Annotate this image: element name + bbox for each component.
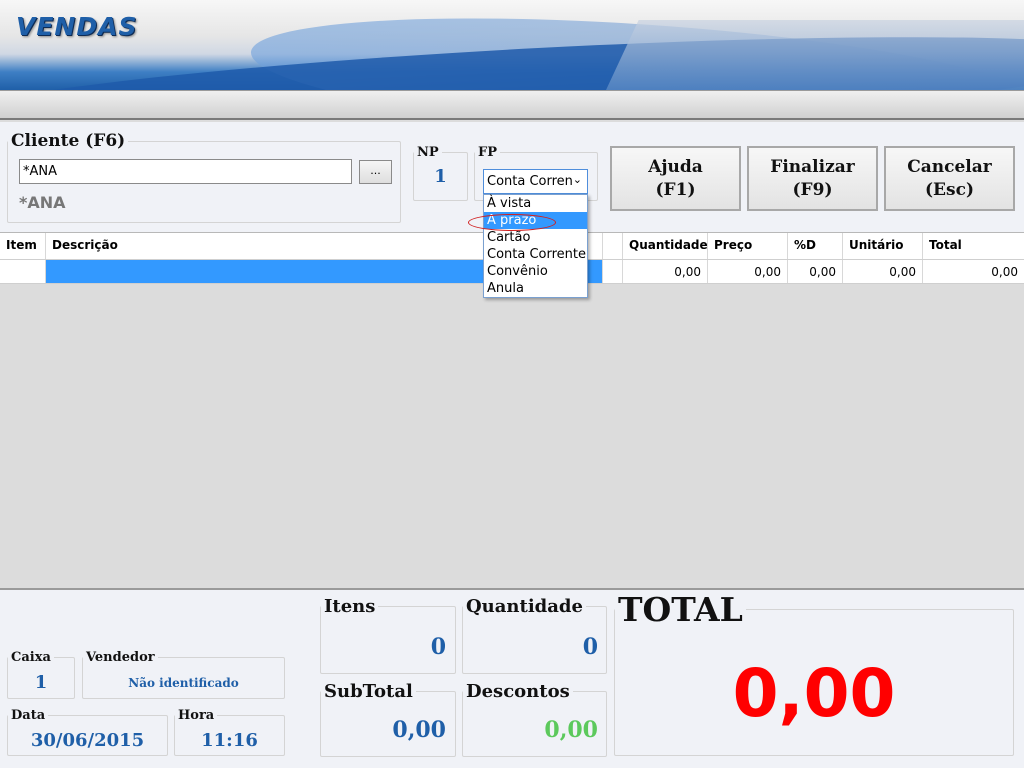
cancelar-button-label: Cancelar (907, 156, 992, 177)
fp-selected-value: Conta Corren (487, 174, 573, 189)
column-header-quantidade[interactable]: Quantidade (623, 233, 708, 259)
np-label: NP (417, 145, 439, 160)
fp-option[interactable]: Anula (484, 280, 587, 297)
total-value: 0,00 (732, 655, 896, 732)
data-value: 30/06/2015 (30, 730, 145, 751)
chevron-down-icon[interactable]: ⌄ (573, 173, 582, 186)
vendedor-value: Não identificado (128, 676, 239, 690)
descontos-label: Descontos (466, 681, 570, 702)
banner-decoration (601, 20, 1024, 90)
cell-preco[interactable]: 0,00 (708, 260, 788, 283)
fp-option[interactable]: Conta Corrente (484, 246, 587, 263)
data-label: Data (11, 708, 46, 723)
column-header-unitario[interactable]: Unitário (843, 233, 923, 259)
fp-select[interactable]: Conta Corren ⌄ (483, 169, 588, 194)
column-header-blank[interactable] (603, 233, 623, 259)
itens-value: 0 (430, 634, 446, 660)
page-title: VENDAS (16, 12, 138, 41)
fp-option[interactable]: À vista (484, 195, 587, 212)
quantidade-value: 0 (582, 634, 598, 660)
itens-label: Itens (324, 596, 376, 617)
hora-value: 11:16 (201, 730, 258, 751)
vendedor-label: Vendedor (86, 650, 155, 665)
cell-item[interactable] (0, 260, 46, 283)
cliente-input[interactable]: *ANA (19, 159, 352, 184)
header-banner: VENDAS (0, 0, 1024, 90)
toolbar-strip (0, 90, 1024, 120)
ajuda-button-shortcut: (F1) (655, 179, 696, 200)
cell-unitario[interactable]: 0,00 (843, 260, 923, 283)
ajuda-button[interactable]: Ajuda (F1) (610, 146, 741, 211)
column-header-item[interactable]: Item (0, 233, 46, 259)
total-label: TOTAL (618, 590, 743, 629)
fp-label: FP (478, 145, 498, 160)
descontos-value: 0,00 (544, 717, 598, 743)
finalizar-button-label: Finalizar (770, 156, 855, 177)
ajuda-button-label: Ajuda (648, 156, 703, 177)
cancelar-button-shortcut: (Esc) (925, 179, 974, 200)
column-header-total[interactable]: Total (923, 233, 1024, 259)
caixa-label: Caixa (11, 650, 51, 665)
finalizar-button[interactable]: Finalizar (F9) (747, 146, 878, 211)
fp-option[interactable]: Convênio (484, 263, 587, 280)
cancelar-button[interactable]: Cancelar (Esc) (884, 146, 1015, 211)
fp-dropdown-list: À vista A prazo Cartão Conta Corrente Co… (483, 194, 588, 298)
cell-blank[interactable] (603, 260, 623, 283)
vendedor-group: Vendedor (82, 650, 285, 699)
subtotal-value: 0,00 (392, 717, 446, 743)
fp-option[interactable]: Cartão (484, 229, 587, 246)
finalizar-button-shortcut: (F9) (792, 179, 833, 200)
subtotal-label: SubTotal (324, 681, 413, 702)
quantidade-label: Quantidade (466, 596, 583, 617)
highlight-circle-annotation (468, 214, 556, 231)
cliente-name: *ANA (19, 193, 66, 212)
cell-total[interactable]: 0,00 (923, 260, 1024, 283)
caixa-value: 1 (34, 672, 48, 693)
cliente-label: Cliente (F6) (11, 131, 126, 151)
column-header-desconto[interactable]: %D (788, 233, 843, 259)
np-value: 1 (434, 166, 447, 187)
cell-desconto[interactable]: 0,00 (788, 260, 843, 283)
column-header-preco[interactable]: Preço (708, 233, 788, 259)
cliente-lookup-button[interactable]: ... (359, 160, 392, 184)
cell-quantidade[interactable]: 0,00 (623, 260, 708, 283)
hora-label: Hora (178, 708, 215, 723)
